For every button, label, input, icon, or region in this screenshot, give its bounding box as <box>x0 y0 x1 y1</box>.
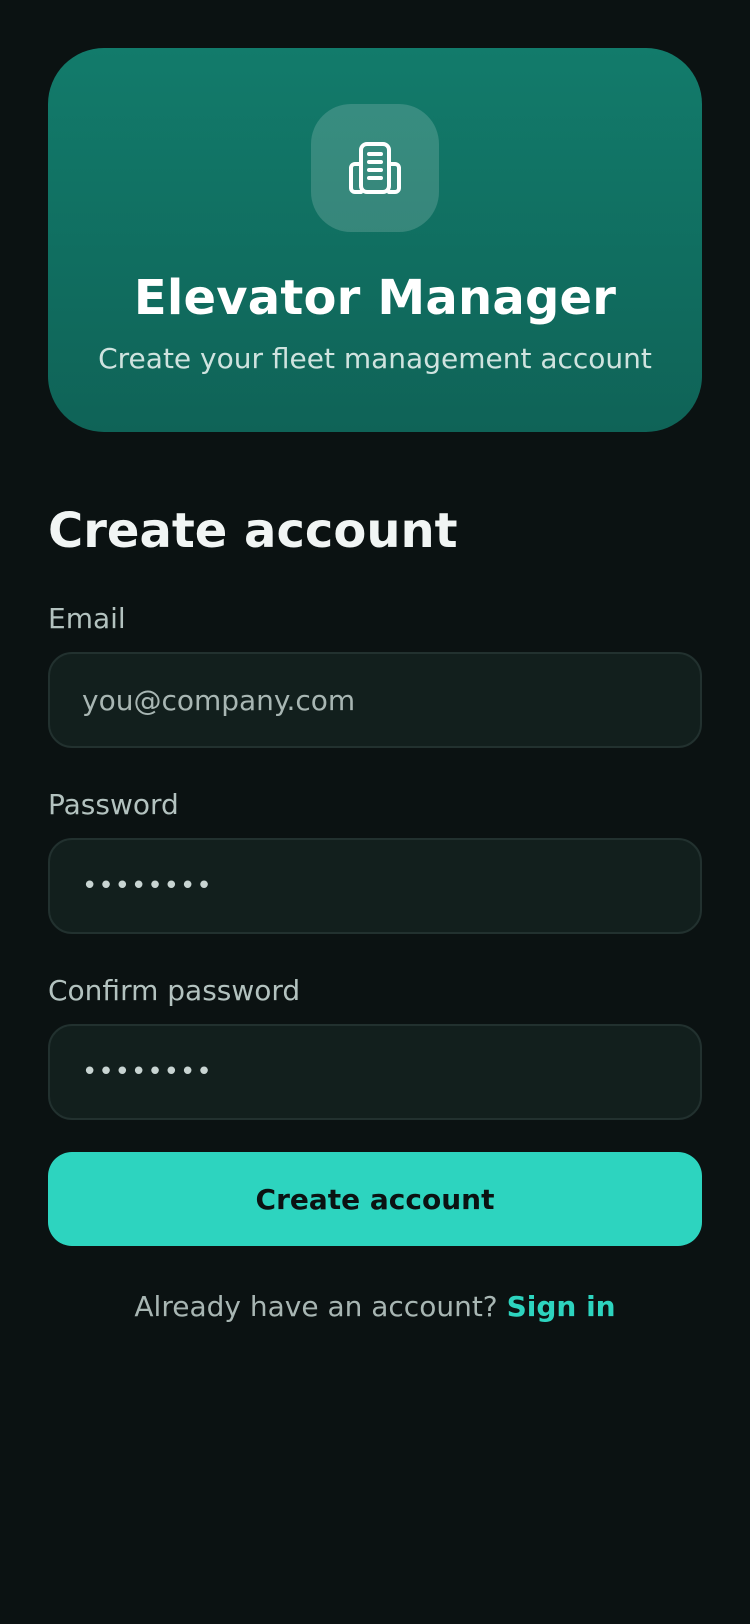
email-field[interactable]: you@company.com <box>48 652 702 748</box>
sign-in-prompt: Already have an account? Sign in <box>48 1290 702 1324</box>
sign-in-prompt-text: Already have an account? <box>134 1290 498 1323</box>
app-title: Elevator Manager <box>133 270 617 326</box>
create-account-button[interactable]: Create account <box>48 1152 702 1246</box>
confirm-password-field[interactable]: •••••••• <box>48 1024 702 1120</box>
password-label: Password <box>48 788 179 821</box>
confirm-password-label: Confirm password <box>48 974 301 1007</box>
password-field[interactable]: •••••••• <box>48 838 702 934</box>
sign-in-link[interactable]: Sign in <box>507 1290 616 1323</box>
app-subtitle: Create your fleet management account <box>98 342 652 375</box>
hero-card: Elevator Manager Create your fleet manag… <box>48 48 702 432</box>
app-logo <box>311 104 439 232</box>
building-icon <box>349 142 401 194</box>
email-label: Email <box>48 602 126 635</box>
form-title: Create account <box>48 503 458 559</box>
signup-screen: Elevator Manager Create your fleet manag… <box>0 0 750 1624</box>
